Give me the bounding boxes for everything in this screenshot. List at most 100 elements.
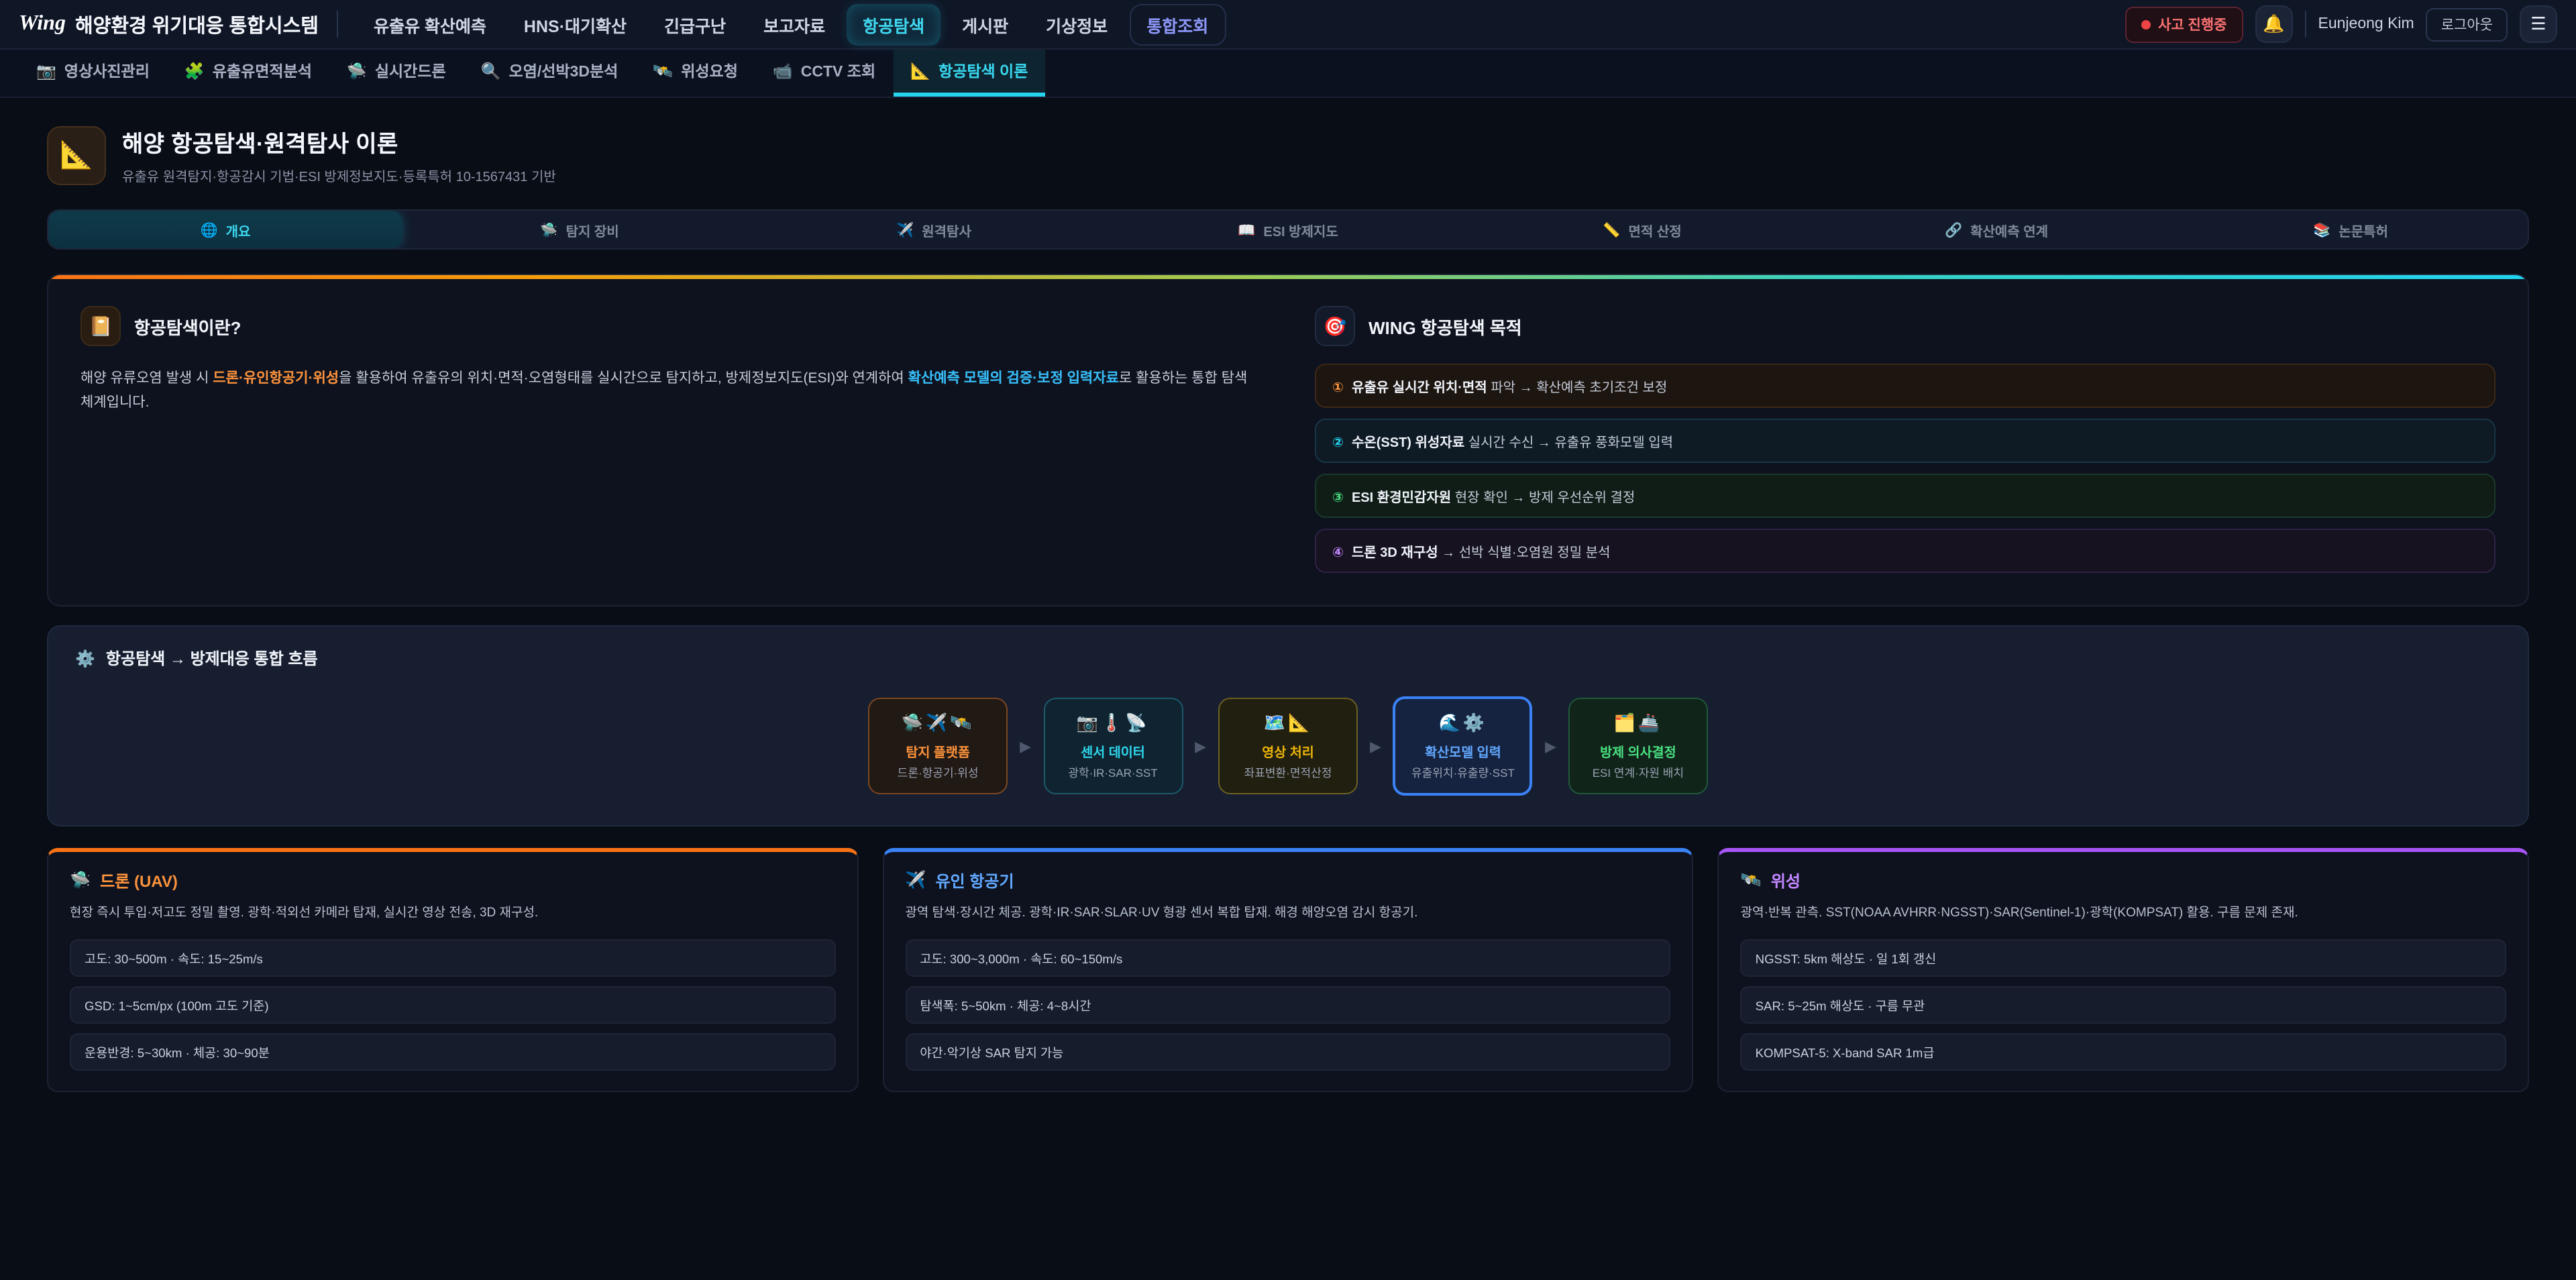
flow-panel: ⚙️ 항공탐색 → 방제대응 통합 흐름 🛸✈️🛰️탐지 플랫폼드론·항공기·위… (47, 625, 2529, 826)
highlight-text: 확산예측 모델의 검증·보정 입력자료 (908, 370, 1119, 386)
notebook-icon-box: 📔 (80, 306, 121, 346)
topnav-item-항공탐색[interactable]: 항공탐색 (847, 3, 941, 45)
flow-step-탐지 플랫폼: 🛸✈️🛰️탐지 플랫폼드론·항공기·위성 (868, 698, 1008, 794)
topnav-item-게시판[interactable]: 게시판 (946, 3, 1024, 45)
platform-card-title: 유인 항공기 (935, 869, 1014, 892)
tab-면적 산정[interactable]: 📏 면적 산정 (1465, 211, 1819, 248)
platform-card-header: 🛰️위성 (1741, 869, 2506, 892)
purpose-number: ④ (1332, 546, 1344, 561)
page-header: 📐 해양 항공탐색·원격탐사 이론 유출유 원격탐지·항공감시 기법·ESI 방… (47, 125, 2529, 185)
main-content: 📐 해양 항공탐색·원격탐사 이론 유출유 원격탐지·항공감시 기법·ESI 방… (0, 98, 2576, 1091)
platform-card-위성: 🛰️위성광역·반복 관측. SST(NOAA AVHRR·NGSST)·SAR(… (1718, 848, 2529, 1091)
what-is-column: 📔 항공탐색이란? 해양 유류오염 발생 시 드론·유인항공기·위성을 활용하여… (80, 306, 1261, 573)
body-text: 해양 유류오염 발생 시 (80, 370, 213, 386)
tab-label: 확산예측 연계 (1970, 219, 2048, 239)
tab-label: ESI 방제지도 (1263, 219, 1338, 239)
드론 (UAV)-icon: 🛸 (70, 871, 91, 891)
purpose-list: ①유출유 실시간 위치·면적 파악 → 확산예측 초기조건 보정②수온(SST)… (1315, 364, 2496, 573)
topnav-item-통합조회[interactable]: 통합조회 (1129, 3, 1226, 45)
subnav-item-항공탐색 이론[interactable]: 📐항공탐색 이론 (893, 50, 1045, 97)
purpose-number: ② (1332, 436, 1344, 451)
tab-label: 면적 산정 (1628, 219, 1681, 239)
platform-card-유인 항공기: ✈️유인 항공기광역 탐색·장시간 체공. 광학·IR·SAR·SLAR·UV … (882, 848, 1693, 1091)
page-subtitle: 유출유 원격탐지·항공감시 기법·ESI 방제정보지도·등록특허 10-1567… (122, 165, 556, 185)
영상사진관리-icon: 📷 (36, 62, 56, 81)
flow-step-subtitle: 좌표변환·면적산정 (1228, 765, 1348, 781)
subnav-item-CCTV 조회[interactable]: 📹CCTV 조회 (755, 50, 893, 97)
subnav-item-label: 위성요청 (681, 60, 738, 82)
면적 산정-icon: 📏 (1603, 221, 1620, 238)
app-root: Wing 해양환경 위기대응 통합시스템 유출유 확산예측HNS·대기확산긴급구… (0, 0, 2576, 1280)
tab-확산예측 연계[interactable]: 🔗 확산예측 연계 (1819, 211, 2174, 248)
hamburger-icon: ☰ (2530, 13, 2546, 35)
flow-step-센서 데이터: 📷🌡️📡센서 데이터광학·IR·SAR·SST (1043, 698, 1183, 794)
hamburger-menu-button[interactable]: ☰ (2520, 5, 2557, 43)
subnav-item-오염/선박3D분석[interactable]: 🔍오염/선박3D분석 (464, 50, 636, 97)
tab-탐지 장비[interactable]: 🛸탐지 장비 (402, 211, 757, 248)
flow-arrow-icon: ▶ (1195, 737, 1206, 755)
purpose-rest: 실시간 수신 → 유출유 풍화모델 입력 (1464, 436, 1673, 451)
flow-step-영상 처리: 🗺️📐영상 처리좌표변환·면적산정 (1218, 698, 1358, 794)
topnav-item-HNS·대기확산[interactable]: HNS·대기확산 (508, 3, 643, 45)
incident-status-label: 사고 진행중 (2158, 14, 2226, 34)
body-text: 을 활용하여 유출유의 위치·면적·오염형태를 실시간으로 탐지하고, 방제정보… (339, 370, 908, 386)
logout-button[interactable]: 로그아웃 (2426, 7, 2508, 41)
divider (337, 11, 339, 38)
flow-title: 항공탐색 → 방제대응 통합 흐름 (106, 647, 318, 670)
tab-원격탐사[interactable]: ✈️원격탐사 (757, 211, 1111, 248)
target-icon: 🎯 (1324, 315, 1347, 337)
flow-step-icons: 📷🌡️📡 (1053, 712, 1173, 734)
오염/선박3D분석-icon: 🔍 (481, 62, 501, 81)
notebook-icon: 📔 (89, 315, 113, 337)
top-menu: 유출유 확산예측HNS·대기확산긴급구난보고자료항공탐색게시판기상정보통합조회 (358, 3, 2106, 45)
확산예측 연계-icon: 🔗 (1945, 221, 1962, 238)
flow-step-icons: 🗺️📐 (1228, 712, 1348, 734)
platform-card-title: 드론 (UAV) (100, 869, 178, 892)
topnav-item-긴급구난[interactable]: 긴급구난 (648, 3, 742, 45)
topnav-item-보고자료[interactable]: 보고자료 (747, 3, 841, 45)
subnav-item-유출유면적분석[interactable]: 🧩유출유면적분석 (167, 50, 329, 97)
page-header-text: 해양 항공탐색·원격탐사 이론 유출유 원격탐지·항공감시 기법·ESI 방제정… (122, 125, 556, 185)
subnav-item-실시간드론[interactable]: 🛸실시간드론 (329, 50, 464, 97)
flow-arrow-icon: ▶ (1545, 737, 1556, 755)
purpose-header: 🎯 WING 항공탐색 목적 (1315, 306, 2496, 346)
target-icon-box: 🎯 (1315, 306, 1355, 346)
flow-step-subtitle: 유출위치·유출량·SST (1404, 765, 1522, 781)
subnav-item-위성요청[interactable]: 🛰️위성요청 (635, 50, 755, 97)
purpose-bold: 유출유 실시간 위치·면적 (1352, 381, 1487, 396)
app-logo[interactable]: Wing 해양환경 위기대응 통합시스템 (19, 10, 319, 38)
flow-step-icons: 🌊⚙️ (1404, 712, 1522, 734)
purpose-text: ESI 환경민감자원 현장 확인 → 방제 우선순위 결정 (1352, 486, 1635, 506)
flow-step-subtitle: 드론·항공기·위성 (877, 765, 998, 781)
bell-icon: 🔔 (2263, 13, 2284, 35)
platform-spec-row: 고도: 30~500m · 속도: 15~25m/s (70, 939, 835, 976)
highlight-text: 드론·유인항공기·위성 (213, 370, 339, 386)
tab-ESI 방제지도[interactable]: 📖ESI 방제지도 (1111, 211, 1465, 248)
purpose-rest: 파악 → 확산예측 초기조건 보정 (1487, 381, 1668, 396)
flow-step-subtitle: ESI 연계·자원 배치 (1578, 765, 1699, 781)
유출유면적분석-icon: 🧩 (184, 62, 205, 81)
incident-status-badge: 사고 진행중 (2125, 6, 2243, 42)
topnav-item-유출유 확산예측[interactable]: 유출유 확산예측 (358, 3, 502, 45)
flow-step-title: 탐지 플랫폼 (877, 742, 998, 761)
tab-개요[interactable]: 🌐개요 (48, 211, 402, 248)
subnav-item-label: 영상사진관리 (64, 60, 150, 82)
tab-label: 개요 (226, 219, 251, 239)
topnav-item-기상정보[interactable]: 기상정보 (1030, 3, 1124, 45)
sub-navbar: 📷 영상사진관리 🧩유출유면적분석🛸실시간드론🔍오염/선박3D분석🛰️위성요청📹CC… (0, 50, 2576, 98)
notifications-button[interactable]: 🔔 (2255, 5, 2293, 43)
purpose-rest: → 선박 식별·오염원 정밀 분석 (1438, 546, 1611, 561)
subnav-item-영상사진관리[interactable]: 📷 영상사진관리 (19, 50, 167, 97)
subnav-item-label: 실시간드론 (375, 60, 446, 82)
platform-spec-row: SAR: 5~25m 해상도 · 구름 무관 (1741, 985, 2506, 1023)
top-navbar: Wing 해양환경 위기대응 통합시스템 유출유 확산예측HNS·대기확산긴급구… (0, 0, 2576, 50)
tab-label: 탐지 장비 (566, 219, 619, 239)
tab-논문특허[interactable]: 📚논문특허 (2174, 211, 2528, 248)
purpose-text: 수온(SST) 위성자료 실시간 수신 → 유출유 풍화모델 입력 (1352, 431, 1673, 451)
flow-step-subtitle: 광학·IR·SAR·SST (1053, 765, 1173, 781)
app-title: 해양환경 위기대응 통합시스템 (75, 10, 319, 38)
platform-spec-row: 탐색폭: 5~50km · 체공: 4~8시간 (905, 985, 1670, 1023)
purpose-bold: ESI 환경민감자원 (1352, 491, 1451, 506)
flow-step-방제 의사결정: 🗂️🚢방제 의사결정ESI 연계·자원 배치 (1568, 698, 1708, 794)
purpose-text: 드론 3D 재구성 → 선박 식별·오염원 정밀 분석 (1352, 541, 1611, 561)
